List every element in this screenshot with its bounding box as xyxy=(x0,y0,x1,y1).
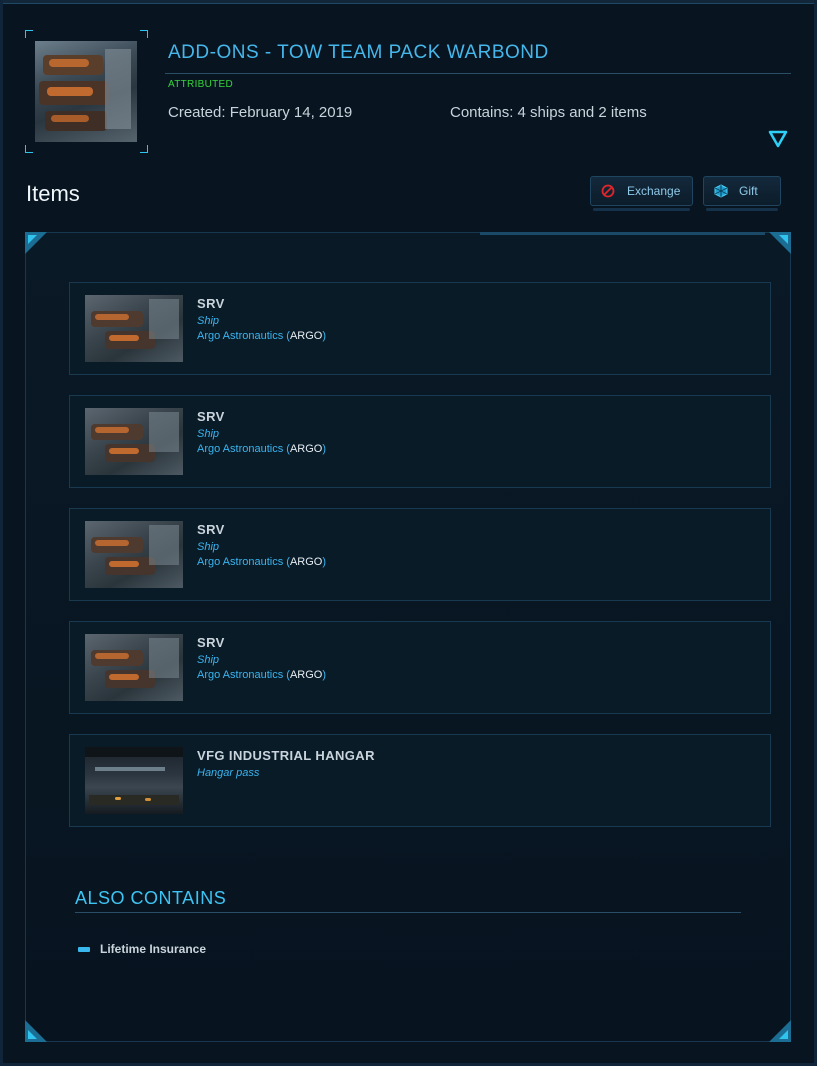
manufacturer-code: ARGO xyxy=(289,330,323,342)
gift-button[interactable]: Gift xyxy=(703,176,781,211)
item-type: Ship xyxy=(197,315,220,327)
list-item[interactable]: SRV Ship Argo Astronautics (ARGO) xyxy=(69,395,771,488)
manufacturer-paren: ) xyxy=(322,330,327,342)
ship-image xyxy=(85,408,183,475)
list-item[interactable]: VFG INDUSTRIAL HANGAR Hangar pass xyxy=(69,734,771,827)
also-contains-item: Lifetime Insurance xyxy=(78,942,206,956)
gift-cube-icon xyxy=(714,184,728,198)
thumbnail-corner xyxy=(25,30,33,38)
manufacturer-code: ARGO xyxy=(289,443,323,455)
bullet-icon xyxy=(78,946,90,952)
panel-corner-bottom-right xyxy=(761,1012,791,1042)
item-type: Ship xyxy=(197,654,220,666)
manufacturer-name: Argo Astronautics ( xyxy=(197,556,290,568)
panel-accent-line xyxy=(480,232,765,235)
ship-image xyxy=(85,295,183,362)
manufacturer-name: Argo Astronautics ( xyxy=(197,443,290,455)
no-entry-icon xyxy=(601,184,615,198)
item-name: VFG INDUSTRIAL HANGAR xyxy=(197,748,375,763)
item-name: SRV xyxy=(197,635,225,650)
item-manufacturer: Argo Astronautics (ARGO) xyxy=(197,556,326,568)
package-title: ADD-ONS - TOW TEAM PACK WARBOND xyxy=(168,42,549,63)
ship-image xyxy=(85,521,183,588)
hangar-image xyxy=(85,747,183,814)
manufacturer-name: Argo Astronautics ( xyxy=(197,330,290,342)
exchange-button[interactable]: Exchange xyxy=(590,176,693,211)
manufacturer-code: ARGO xyxy=(289,669,323,681)
item-name: SRV xyxy=(197,409,225,424)
list-item[interactable]: SRV Ship Argo Astronautics (ARGO) xyxy=(69,282,771,375)
package-thumbnail xyxy=(25,30,148,153)
also-contains-divider xyxy=(75,912,741,913)
list-item[interactable]: SRV Ship Argo Astronautics (ARGO) xyxy=(69,621,771,714)
gift-button-label: Gift xyxy=(739,184,758,198)
item-type: Hangar pass xyxy=(197,767,260,779)
created-date: Created: February 14, 2019 xyxy=(168,104,353,121)
manufacturer-paren: ) xyxy=(322,556,327,568)
ship-image xyxy=(85,634,183,701)
item-manufacturer: Argo Astronautics (ARGO) xyxy=(197,443,326,455)
panel-corner-top-left xyxy=(25,232,55,262)
manufacturer-paren: ) xyxy=(322,669,327,681)
item-manufacturer: Argo Astronautics (ARGO) xyxy=(197,330,326,342)
also-contains-heading: ALSO CONTAINS xyxy=(75,888,227,908)
thumbnail-corner xyxy=(140,30,148,38)
item-type: Ship xyxy=(197,428,220,440)
contents-summary: Contains: 4 ships and 2 items xyxy=(450,104,647,121)
package-image xyxy=(35,41,137,142)
thumbnail-corner xyxy=(140,145,148,153)
manufacturer-code: ARGO xyxy=(289,556,323,568)
item-name: SRV xyxy=(197,296,225,311)
manufacturer-paren: ) xyxy=(322,443,327,455)
status-badge: ATTRIBUTED xyxy=(168,79,234,90)
panel-corner-bottom-left xyxy=(25,1012,55,1042)
triangle-down-icon[interactable] xyxy=(768,130,788,148)
panel-corner-top-right xyxy=(761,232,791,262)
title-divider xyxy=(165,73,791,74)
item-name: SRV xyxy=(197,522,225,537)
items-heading: Items xyxy=(26,181,80,206)
item-type: Ship xyxy=(197,541,220,553)
manufacturer-name: Argo Astronautics ( xyxy=(197,669,290,681)
item-manufacturer: Argo Astronautics (ARGO) xyxy=(197,669,326,681)
list-item[interactable]: SRV Ship Argo Astronautics (ARGO) xyxy=(69,508,771,601)
also-contains-label: Lifetime Insurance xyxy=(100,942,207,956)
window-left-border xyxy=(0,0,3,1066)
exchange-button-label: Exchange xyxy=(627,184,681,198)
window-top-border xyxy=(0,0,817,4)
thumbnail-corner xyxy=(25,145,33,153)
